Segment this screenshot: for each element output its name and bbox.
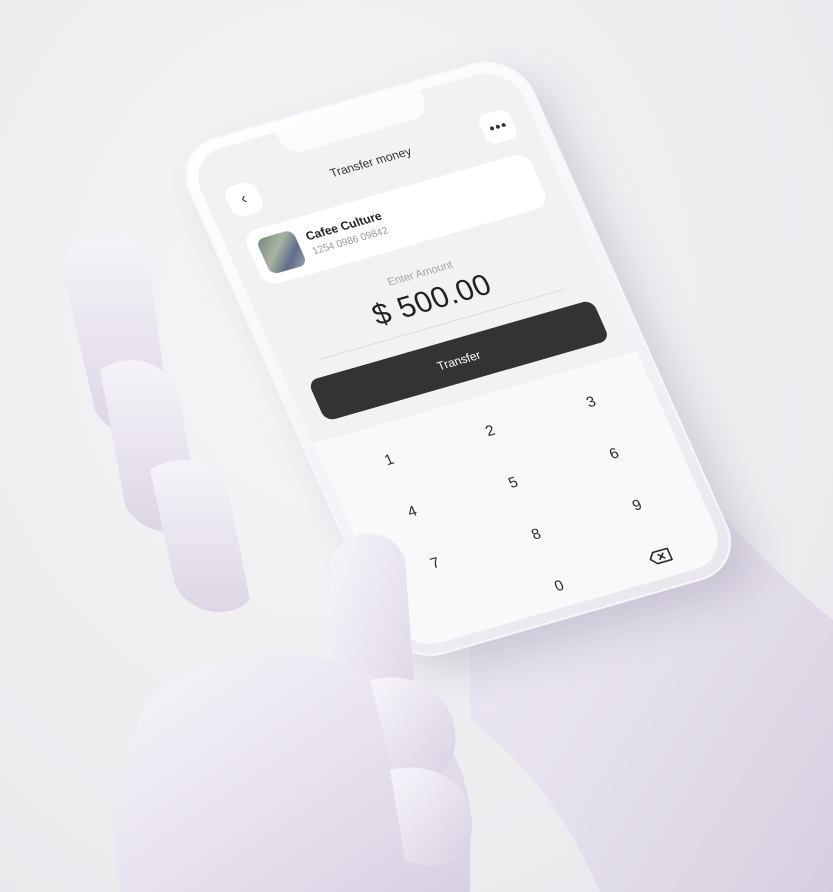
pointing-hand-illustration [116, 533, 473, 892]
scene: ‹ Transfer money Cafee Culture 1254 0986… [0, 0, 833, 892]
